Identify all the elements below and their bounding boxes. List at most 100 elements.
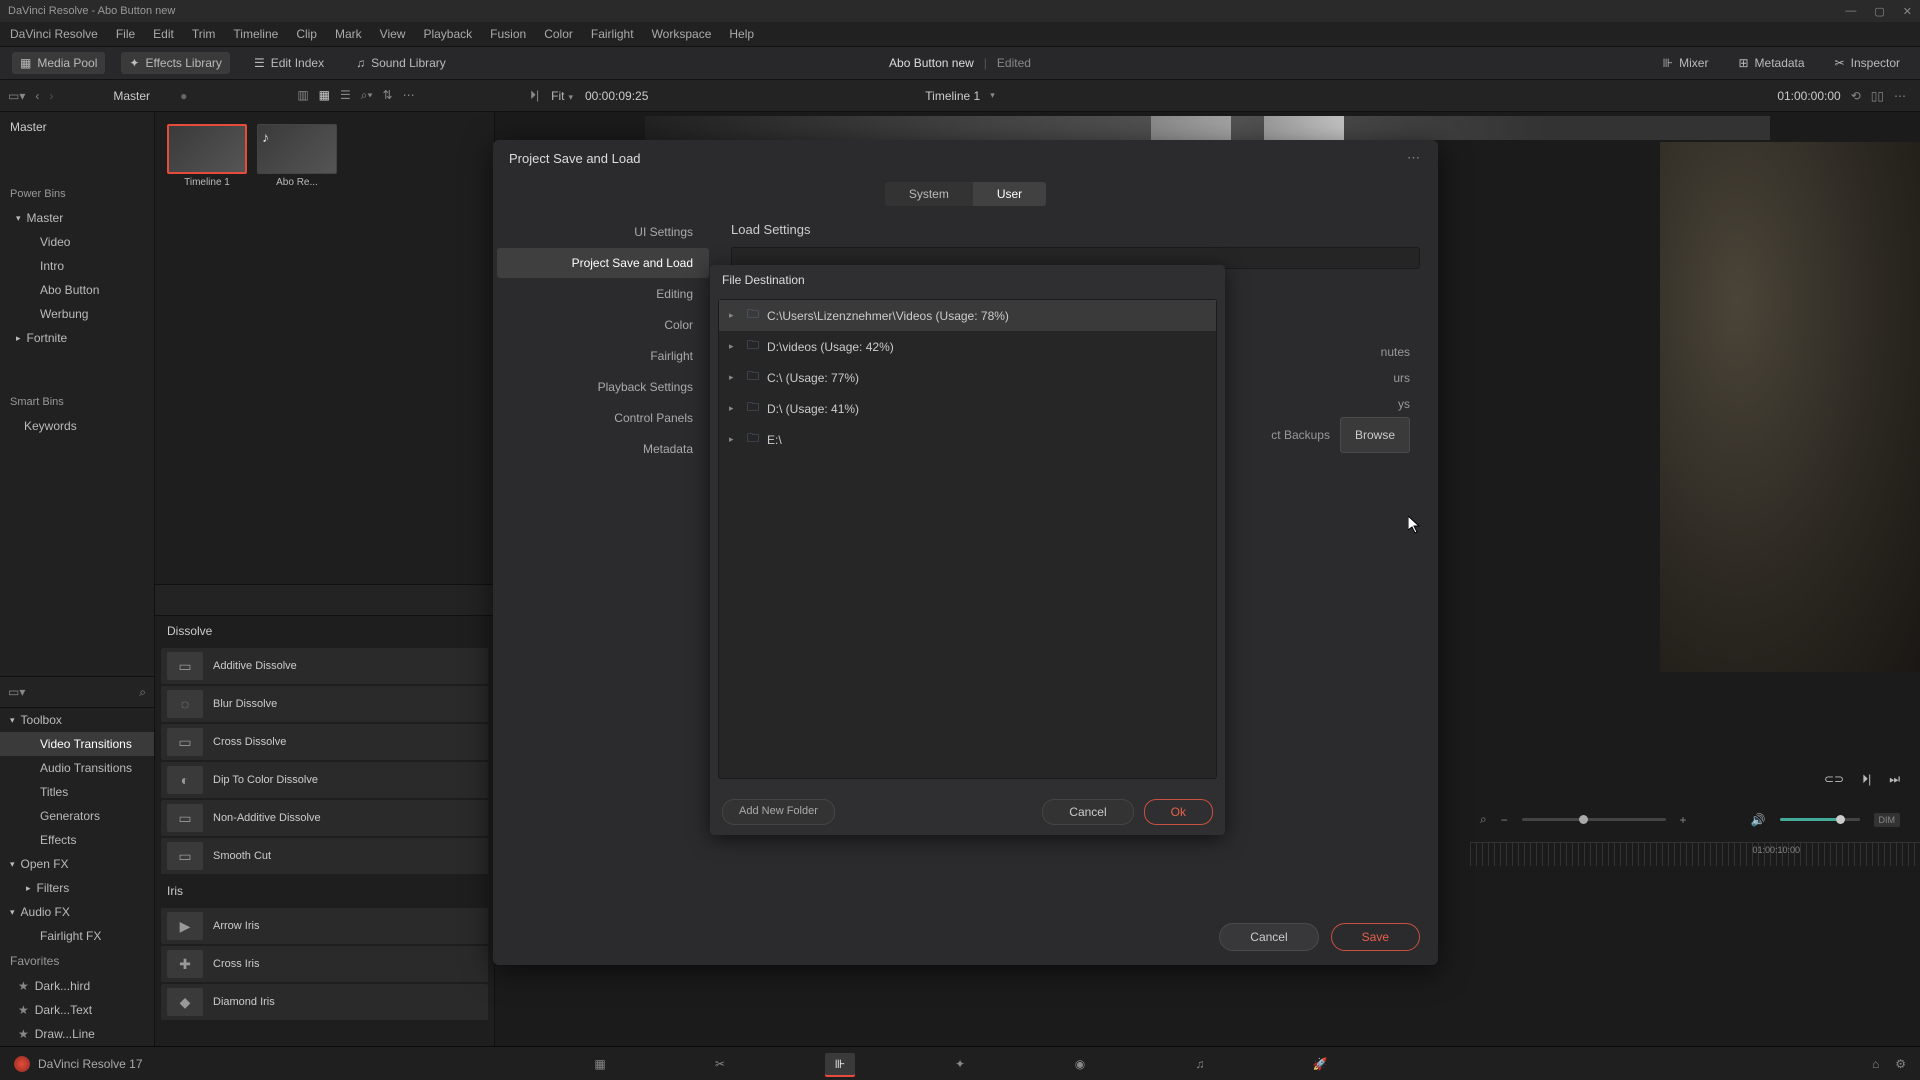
cut-page-button[interactable]: ✂ bbox=[705, 1053, 735, 1075]
folder-item[interactable]: ▸🗀E:\ bbox=[719, 424, 1216, 455]
fairlight-page-button[interactable]: ♫ bbox=[1185, 1053, 1215, 1075]
save-button[interactable]: Save bbox=[1331, 923, 1420, 951]
fx-category[interactable]: Generators bbox=[0, 804, 154, 828]
bin-item[interactable]: Intro bbox=[0, 254, 154, 278]
nav-fwd-icon[interactable]: › bbox=[49, 89, 53, 103]
sound-library-button[interactable]: ♫Sound Library bbox=[348, 52, 454, 74]
settings-nav-item[interactable]: UI Settings bbox=[497, 217, 709, 247]
search-icon[interactable]: ⌕▾ bbox=[361, 88, 373, 103]
menu-item[interactable]: Trim bbox=[192, 27, 216, 41]
fx-toolbox[interactable]: ▾Toolbox bbox=[0, 708, 154, 732]
fx-category[interactable]: ▸Filters bbox=[0, 876, 154, 900]
menu-item[interactable]: Clip bbox=[296, 27, 317, 41]
zoom-search-icon[interactable]: ⌕ bbox=[1480, 812, 1487, 827]
metadata-button[interactable]: ⊞Metadata bbox=[1730, 52, 1812, 74]
settings-nav-item[interactable]: Editing bbox=[497, 279, 709, 309]
menu-item[interactable]: Edit bbox=[153, 27, 174, 41]
add-folder-button[interactable]: Add New Folder bbox=[722, 799, 835, 825]
color-page-button[interactable]: ◉ bbox=[1065, 1053, 1095, 1075]
maximize-icon[interactable]: ▢ bbox=[1874, 5, 1884, 18]
panel-dropdown-icon[interactable]: ▭▾ bbox=[8, 685, 25, 699]
view-thumb-icon[interactable]: ▦ bbox=[319, 88, 330, 103]
more-icon[interactable]: ⋯ bbox=[1894, 89, 1906, 103]
menu-item[interactable]: DaVinci Resolve bbox=[10, 27, 98, 41]
zoom-slider[interactable] bbox=[1522, 818, 1666, 821]
menu-item[interactable]: Timeline bbox=[233, 27, 278, 41]
ok-button[interactable]: Ok bbox=[1144, 799, 1213, 825]
effect-item[interactable]: ✚Cross Iris bbox=[161, 946, 488, 982]
sync-icon[interactable]: ⟲ bbox=[1851, 89, 1861, 103]
settings-nav-item[interactable]: Color bbox=[497, 310, 709, 340]
clip-thumbnail[interactable]: Timeline 1 bbox=[167, 124, 247, 188]
menu-item[interactable]: Fusion bbox=[490, 27, 526, 41]
zoom-fit-dropdown[interactable]: Fit bbox=[551, 89, 573, 103]
timeline-ruler[interactable]: 01:00:10:00 bbox=[1470, 842, 1920, 866]
home-icon[interactable]: ⌂ bbox=[1872, 1057, 1879, 1071]
fx-category[interactable]: Titles bbox=[0, 780, 154, 804]
mixer-button[interactable]: ⊪Mixer bbox=[1655, 52, 1717, 74]
smart-bin-item[interactable]: Keywords bbox=[0, 414, 154, 438]
cancel-button[interactable]: Cancel bbox=[1042, 799, 1133, 825]
settings-icon[interactable]: ⚙ bbox=[1895, 1057, 1906, 1071]
view-list-icon[interactable]: ▥ bbox=[297, 88, 308, 103]
settings-nav-item[interactable]: Metadata bbox=[497, 434, 709, 464]
settings-nav-item[interactable]: Playback Settings bbox=[497, 372, 709, 402]
play-next-icon[interactable]: ⏵| bbox=[1862, 772, 1871, 787]
edit-page-button[interactable]: ⊪ bbox=[825, 1053, 855, 1075]
volume-slider[interactable] bbox=[1780, 818, 1860, 821]
fx-category[interactable]: Video Transitions bbox=[0, 732, 154, 756]
more-icon[interactable]: ⋯ bbox=[403, 88, 415, 103]
search-icon[interactable]: ⌕ bbox=[139, 685, 146, 700]
media-pool-button[interactable]: ▦Media Pool bbox=[12, 52, 105, 74]
nav-back-icon[interactable]: ‹ bbox=[35, 89, 39, 103]
viewer-canvas[interactable] bbox=[1660, 142, 1920, 672]
fx-category[interactable]: Fairlight FX bbox=[0, 924, 154, 948]
loop-icon[interactable]: ⊂⊃ bbox=[1824, 772, 1844, 787]
favorite-item[interactable]: ★Dark...hird bbox=[0, 974, 154, 998]
effect-item[interactable]: ▭Non-Additive Dissolve bbox=[161, 800, 488, 836]
menu-item[interactable]: Playback bbox=[423, 27, 472, 41]
folder-item[interactable]: ▸🗀D:\ (Usage: 41%) bbox=[719, 393, 1216, 424]
menu-item[interactable]: Fairlight bbox=[591, 27, 634, 41]
media-page-button[interactable]: ▦ bbox=[585, 1053, 615, 1075]
menu-item[interactable]: Color bbox=[544, 27, 573, 41]
fx-category[interactable]: Audio Transitions bbox=[0, 756, 154, 780]
menu-item[interactable]: Mark bbox=[335, 27, 362, 41]
zoom-out-icon[interactable]: − bbox=[1501, 813, 1508, 827]
menu-item[interactable]: Workspace bbox=[652, 27, 712, 41]
dim-button[interactable]: DIM bbox=[1874, 813, 1901, 827]
fx-openfx[interactable]: ▾Open FX bbox=[0, 852, 154, 876]
browse-button[interactable]: Browse bbox=[1340, 417, 1410, 453]
sort-icon[interactable]: ⇅ bbox=[383, 88, 393, 103]
fusion-page-button[interactable]: ✦ bbox=[945, 1053, 975, 1075]
fx-category[interactable]: Effects bbox=[0, 828, 154, 852]
play-end-icon[interactable]: ⏭ bbox=[1889, 772, 1900, 787]
dialog-menu-icon[interactable]: ⋯ bbox=[1407, 150, 1422, 166]
effect-item[interactable]: ◌Blur Dissolve bbox=[161, 686, 488, 722]
bin-item[interactable]: Abo Button bbox=[0, 278, 154, 302]
bin-dropdown-icon[interactable]: ▭▾ bbox=[8, 89, 25, 103]
fx-audiofx[interactable]: ▾Audio FX bbox=[0, 900, 154, 924]
close-icon[interactable]: ✕ bbox=[1903, 5, 1912, 18]
filmstrip[interactable] bbox=[645, 116, 1770, 140]
folder-item[interactable]: ▸🗀C:\ (Usage: 77%) bbox=[719, 362, 1216, 393]
settings-nav-item[interactable]: Project Save and Load bbox=[497, 248, 709, 278]
deliver-page-button[interactable]: 🚀 bbox=[1305, 1053, 1335, 1075]
view-strip-icon[interactable]: ☰ bbox=[340, 88, 351, 103]
bin-item[interactable]: Werbung bbox=[0, 302, 154, 326]
effects-library-button[interactable]: ✦Effects Library bbox=[121, 52, 230, 74]
menu-item[interactable]: Help bbox=[729, 27, 754, 41]
bin-item[interactable]: Video bbox=[0, 230, 154, 254]
tab-system[interactable]: System bbox=[885, 182, 973, 206]
folder-item[interactable]: ▸🗀D:\videos (Usage: 42%) bbox=[719, 331, 1216, 362]
settings-nav-item[interactable]: Fairlight bbox=[497, 341, 709, 371]
tab-user[interactable]: User bbox=[973, 182, 1046, 206]
dual-view-icon[interactable]: ▯▯ bbox=[1871, 89, 1884, 103]
effect-item[interactable]: ▭Cross Dissolve bbox=[161, 724, 488, 760]
inspector-button[interactable]: ✂Inspector bbox=[1827, 52, 1908, 74]
folder-item[interactable]: ▸🗀C:\Users\Lizenznehmer\Videos (Usage: 7… bbox=[719, 300, 1216, 331]
bin-item[interactable]: ▸Fortnite bbox=[0, 326, 154, 350]
settings-nav-item[interactable]: Control Panels bbox=[497, 403, 709, 433]
edit-index-button[interactable]: ☰Edit Index bbox=[246, 52, 332, 74]
clip-thumbnail[interactable]: ♪ Abo Re... bbox=[257, 124, 337, 188]
